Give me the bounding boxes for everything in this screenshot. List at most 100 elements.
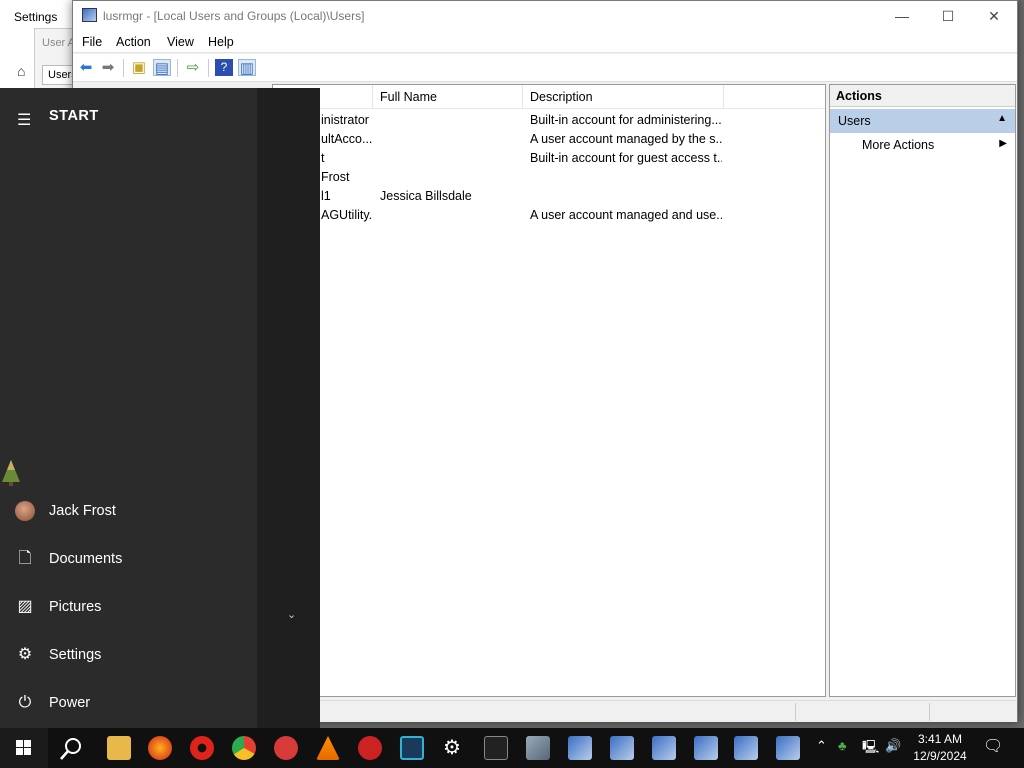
column-separator[interactable]: [372, 85, 373, 109]
title-bar[interactable]: lusrmgr - [Local Users and Groups (Local…: [73, 1, 1017, 31]
start-item-label: Settings: [49, 647, 102, 663]
menu-action[interactable]: Action: [116, 35, 151, 49]
angry-birds-icon[interactable]: [274, 736, 298, 760]
table-row[interactable]: Frost: [273, 168, 825, 187]
firefox-icon[interactable]: [148, 736, 172, 760]
lusrmgr-icon[interactable]: [694, 736, 718, 760]
table-row[interactable]: inistrator Built-in account for administ…: [273, 111, 825, 130]
user-description: A user account managed and use...: [530, 208, 722, 222]
mmc-icon: [82, 8, 97, 22]
network-share-icon[interactable]: ♣: [838, 738, 847, 753]
up-folder-icon[interactable]: ▣: [130, 59, 148, 76]
start-item-pictures[interactable]: ▨ Pictures: [0, 586, 257, 630]
toolbar-separator: [177, 59, 178, 77]
more-actions-label: More Actions: [862, 138, 935, 152]
lusrmgr-icon[interactable]: [568, 736, 592, 760]
home-icon[interactable]: ⌂: [17, 63, 25, 79]
table-row[interactable]: t Built-in account for guest access t...: [273, 149, 825, 168]
clock-date: 12/9/2024: [913, 749, 967, 763]
column-description[interactable]: Description: [530, 90, 593, 104]
christmas-tree-icon: [2, 460, 20, 486]
maximize-button[interactable]: ☐: [925, 5, 971, 27]
user-description: Built-in account for administering...: [530, 113, 722, 127]
column-separator[interactable]: [723, 85, 724, 109]
start-rail: [0, 88, 257, 728]
start-user-jack-frost[interactable]: Jack Frost: [0, 490, 257, 534]
actions-header: Actions: [830, 85, 1015, 107]
user-accounts-title: User A: [42, 37, 76, 49]
start-item-settings[interactable]: ⚙ Settings: [0, 634, 257, 678]
clock[interactable]: 3:41 AM 12/9/2024: [905, 731, 975, 765]
virtualbox-icon[interactable]: [400, 736, 424, 760]
settings-gear-icon[interactable]: ⚙: [443, 735, 461, 760]
user-description: Built-in account for guest access t...: [530, 151, 722, 165]
clock-time: 3:41 AM: [917, 732, 963, 746]
lusrmgr-icon[interactable]: [776, 736, 800, 760]
table-row[interactable]: l1 Jessica Billsdale: [273, 187, 825, 206]
start-item-power[interactable]: ⏻ Power: [0, 682, 257, 726]
document-icon: 🗋: [18, 550, 32, 567]
minimize-button[interactable]: —: [879, 5, 925, 27]
close-button[interactable]: ✕: [971, 5, 1017, 27]
lusrmgr-icon[interactable]: [610, 736, 634, 760]
users-list[interactable]: Full Name Description inistrator Built-i…: [272, 84, 826, 697]
user-description: A user account managed by the s...: [530, 132, 722, 146]
chevron-down-icon[interactable]: ⌄: [287, 608, 296, 621]
user-name: Frost: [321, 170, 350, 184]
power-icon: ⏻: [18, 694, 32, 711]
radiation-icon[interactable]: [190, 736, 214, 760]
chevron-up-icon[interactable]: ⌃: [816, 738, 827, 754]
back-arrow-icon[interactable]: ⬅: [77, 59, 95, 76]
start-item-label: Power: [49, 695, 91, 711]
more-actions-item[interactable]: More Actions ▶: [830, 135, 1015, 155]
start-menu[interactable]: ☰ START Jack Frost 🗋 Documents ▨ Picture…: [0, 88, 320, 728]
hamburger-menu-icon[interactable]: ☰: [17, 110, 31, 130]
start-header: START: [49, 108, 99, 124]
start-item-label: Pictures: [49, 599, 102, 615]
settings-title: Settings: [14, 10, 58, 24]
start-item-label: Documents: [49, 551, 123, 567]
table-row[interactable]: ultAcco... A user account managed by the…: [273, 130, 825, 149]
user-name: AGUtility...: [321, 208, 373, 222]
avatar: [15, 501, 35, 521]
start-tiles-area: [257, 88, 320, 728]
notification-icon[interactable]: 🗨: [983, 736, 1003, 756]
status-separator: [929, 703, 930, 721]
start-button[interactable]: [0, 728, 48, 768]
volume-icon[interactable]: 🔊: [885, 738, 901, 754]
search-icon[interactable]: [58, 736, 84, 762]
menu-file[interactable]: File: [82, 35, 102, 49]
start-item-documents[interactable]: 🗋 Documents: [0, 538, 257, 582]
terminal-icon[interactable]: [484, 736, 508, 760]
export-list-icon[interactable]: ⇨: [184, 59, 202, 76]
forward-arrow-icon[interactable]: ➡: [99, 59, 117, 76]
network-icon[interactable]: 🖳: [862, 738, 879, 760]
collapse-up-icon[interactable]: ▲: [997, 113, 1007, 124]
column-full-name[interactable]: Full Name: [380, 90, 437, 104]
show-action-pane-icon[interactable]: ▥: [238, 59, 256, 77]
user-manager-icon[interactable]: [526, 736, 550, 760]
help-icon[interactable]: ?: [215, 59, 233, 76]
actions-users-label: Users: [838, 114, 871, 128]
lusrmgr-icon[interactable]: [652, 736, 676, 760]
menu-view[interactable]: View: [167, 35, 194, 49]
menu-help[interactable]: Help: [208, 35, 234, 49]
actions-users-section[interactable]: Users ▲: [830, 109, 1015, 133]
table-row[interactable]: AGUtility... A user account managed and …: [273, 206, 825, 225]
menu-bar: File Action View Help: [73, 31, 1017, 53]
taskbar: ⚙ ⌃ ♣ 🖳 🔊 3:41 AM 12/9/2024 🗨: [0, 728, 1024, 768]
column-separator[interactable]: [522, 85, 523, 109]
toolbar-separator: [208, 59, 209, 77]
show-hide-tree-icon[interactable]: ▤: [153, 59, 171, 77]
chrome-icon[interactable]: [232, 736, 256, 760]
user-name: ultAcco...: [321, 132, 373, 146]
user-name: inistrator: [321, 113, 369, 127]
user-name: t: [321, 151, 325, 165]
toolbar-separator: [123, 59, 124, 77]
lusrmgr-icon[interactable]: [734, 736, 758, 760]
vlc-icon[interactable]: [316, 736, 340, 760]
file-explorer-icon[interactable]: [107, 736, 131, 760]
submenu-arrow-icon: ▶: [999, 138, 1007, 149]
gear-icon: ⚙: [17, 646, 33, 663]
red-app-icon[interactable]: [358, 736, 382, 760]
